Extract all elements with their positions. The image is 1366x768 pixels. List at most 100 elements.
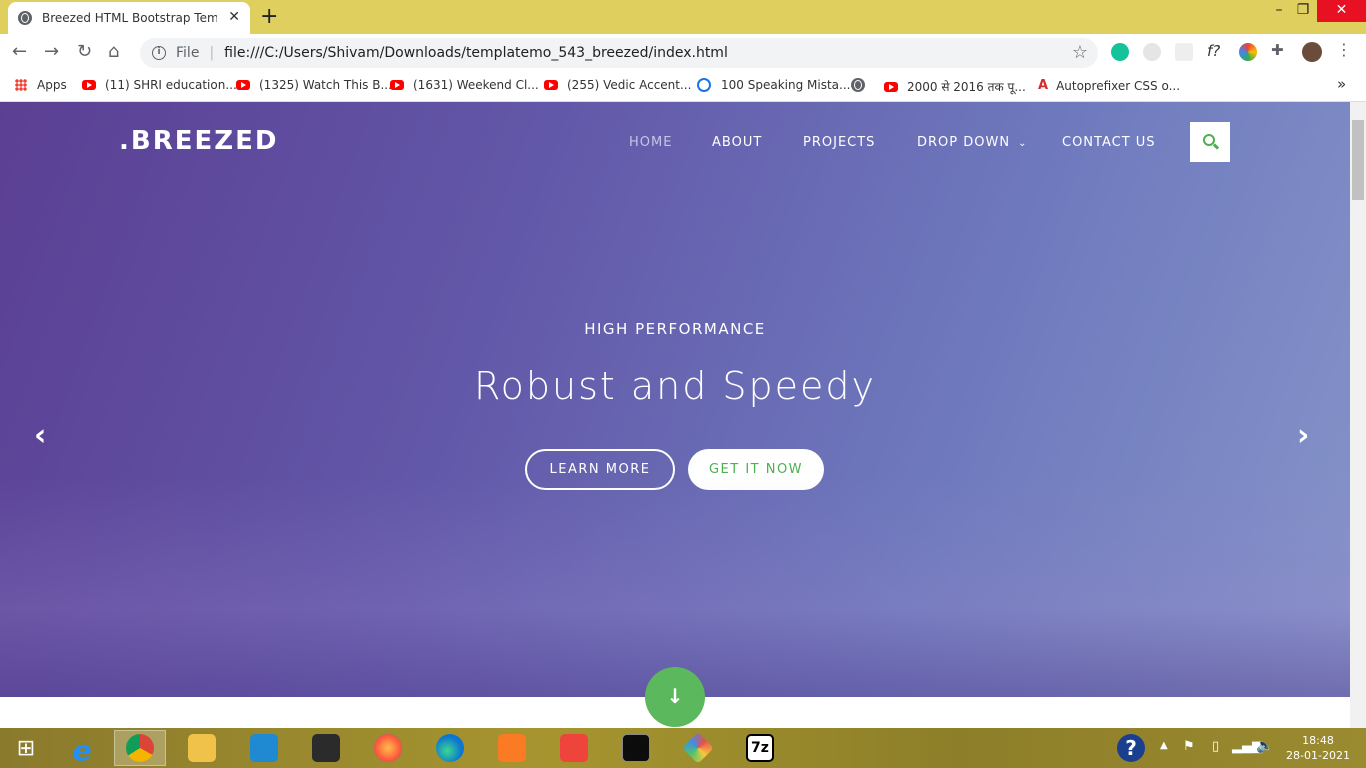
browser-toolbar: ← → ↻ ⌂ i File | file:///C:/Users/Shivam… xyxy=(0,34,1366,70)
edge-icon xyxy=(436,734,464,762)
bookmark-label: Autoprefixer CSS o... xyxy=(1056,78,1181,93)
site-info-icon[interactable]: i xyxy=(152,46,166,60)
color-picker-extension-icon[interactable] xyxy=(1239,43,1257,61)
carousel-prev-icon[interactable]: ‹ xyxy=(34,418,46,453)
taskbar-help[interactable]: ? xyxy=(1108,730,1154,766)
taskbar-chrome[interactable] xyxy=(114,730,166,766)
back-icon[interactable]: ← xyxy=(12,41,27,62)
nav-home[interactable]: HOME xyxy=(629,135,672,150)
home-icon[interactable]: ⌂ xyxy=(108,41,119,62)
youtube-icon xyxy=(390,80,404,90)
bookmark-item[interactable]: (1631) Weekend Cl... xyxy=(390,78,539,92)
address-bar[interactable]: i File | file:///C:/Users/Shivam/Downloa… xyxy=(140,38,1098,68)
tab-title: Breezed HTML Bootstrap Templa xyxy=(42,11,217,25)
bookmark-label: 100 Speaking Mista... xyxy=(721,78,851,92)
bookmark-label: (1631) Weekend Cl... xyxy=(413,78,539,92)
grammarly-extension-icon[interactable] xyxy=(1111,43,1129,61)
taskbar-app[interactable] xyxy=(672,730,724,766)
taskbar-explorer[interactable] xyxy=(176,730,228,766)
fonts-extension-icon[interactable]: f? xyxy=(1207,42,1225,60)
taskbar-anydesk[interactable] xyxy=(548,730,600,766)
reader-app-icon xyxy=(312,734,340,762)
extension-icon[interactable] xyxy=(1175,43,1193,61)
show-hidden-icons-chevron-icon[interactable]: ▲ xyxy=(1160,740,1168,751)
nav-dropdown[interactable]: DROP DOWN ⌄ xyxy=(917,135,1027,150)
profile-avatar[interactable] xyxy=(1302,42,1322,62)
hero-headline: Robust and Speedy xyxy=(473,364,877,408)
flag-icon[interactable]: ⚑ xyxy=(1183,739,1195,754)
autoprefixer-icon: A xyxy=(1038,78,1049,93)
youtube-icon xyxy=(884,81,898,92)
new-tab-button[interactable]: + xyxy=(260,4,278,29)
command-prompt-icon xyxy=(622,734,650,762)
forward-icon[interactable]: → xyxy=(44,41,59,62)
youtube-icon xyxy=(236,80,250,90)
bookmark-label: (1325) Watch This B... xyxy=(259,78,392,92)
chat-bubble-icon xyxy=(697,78,711,92)
search-button[interactable] xyxy=(1190,122,1230,162)
more-bookmarks-button[interactable]: » xyxy=(1337,75,1346,93)
anydesk-icon xyxy=(560,734,588,762)
taskbar-xampp[interactable] xyxy=(486,730,538,766)
taskbar-vscode[interactable] xyxy=(238,730,290,766)
nav-projects[interactable]: PROJECTS xyxy=(803,135,875,150)
scrollbar-thumb[interactable] xyxy=(1352,120,1364,200)
bookmark-star-icon[interactable]: ☆ xyxy=(1072,42,1088,63)
bookmark-label: (11) SHRI education... xyxy=(105,78,237,92)
nav-dropdown-label: DROP DOWN xyxy=(917,135,1011,150)
extensions-puzzle-icon[interactable]: ✚ xyxy=(1271,41,1289,59)
scroll-down-button[interactable]: ↓ xyxy=(645,667,705,727)
file-explorer-icon xyxy=(188,734,216,762)
menu-kebab-icon[interactable]: ⋮ xyxy=(1336,40,1354,59)
page-scrollbar[interactable] xyxy=(1350,102,1366,728)
taskbar-7zip[interactable]: 7z xyxy=(734,730,786,766)
windows-logo-icon: ⊞ xyxy=(16,735,36,761)
bookmark-item[interactable]: 100 Speaking Mista... xyxy=(697,78,850,92)
internet-explorer-icon: e xyxy=(72,734,92,767)
youtube-icon xyxy=(544,80,558,90)
clock-time: 18:48 xyxy=(1302,734,1334,747)
bookmark-item[interactable]: A Autoprefixer CSS o... xyxy=(1038,78,1180,93)
bookmark-item[interactable]: 2000 से 2016 तक पू... xyxy=(884,78,1026,95)
clock-date: 28-01-2021 xyxy=(1286,749,1350,762)
chrome-icon xyxy=(126,734,154,762)
bookmark-item[interactable]: (1325) Watch This B... xyxy=(236,78,392,92)
learn-more-button[interactable]: LEARN MORE xyxy=(525,449,675,490)
get-it-now-button[interactable]: GET IT NOW xyxy=(688,449,824,490)
globe-icon xyxy=(851,78,865,92)
nav-about[interactable]: ABOUT xyxy=(712,135,762,150)
extension-icon[interactable] xyxy=(1143,43,1161,61)
site-logo[interactable]: .BREEZED xyxy=(119,126,278,156)
nav-contact[interactable]: CONTACT US xyxy=(1062,135,1156,150)
taskbar-clock[interactable]: 18:48 28-01-2021 xyxy=(1283,733,1353,763)
hero-kicker: HIGH PERFORMANCE xyxy=(584,320,766,338)
volume-icon[interactable]: 🔈 xyxy=(1256,738,1273,754)
battery-icon[interactable]: ▯ xyxy=(1212,739,1219,754)
web-page: .BREEZED HOME ABOUT PROJECTS DROP DOWN ⌄ … xyxy=(0,102,1350,728)
taskbar-ie[interactable]: e xyxy=(56,730,108,767)
colorful-app-icon xyxy=(682,732,714,764)
browser-tab[interactable]: Breezed HTML Bootstrap Templa ✕ xyxy=(8,2,250,34)
bookmark-item[interactable]: (255) Vedic Accent... xyxy=(544,78,691,92)
chevron-down-icon: ⌄ xyxy=(1018,138,1028,149)
bookmark-label: 2000 से 2016 तक पू... xyxy=(907,80,1026,94)
window-close-button[interactable]: ✕ xyxy=(1317,0,1366,22)
reload-icon[interactable]: ↻ xyxy=(77,41,92,62)
bookmark-item[interactable]: (11) SHRI education... xyxy=(82,78,237,92)
taskbar-edge[interactable] xyxy=(424,730,476,766)
hero-banner: .BREEZED HOME ABOUT PROJECTS DROP DOWN ⌄ … xyxy=(0,102,1350,697)
youtube-icon xyxy=(82,80,96,90)
taskbar-cmd[interactable] xyxy=(610,730,662,766)
globe-icon xyxy=(18,11,32,25)
bookmark-globe[interactable] xyxy=(851,78,865,92)
url-text[interactable]: file:///C:/Users/Shivam/Downloads/templa… xyxy=(224,45,728,61)
carousel-next-icon[interactable]: › xyxy=(1297,418,1309,453)
taskbar-firefox[interactable] xyxy=(362,730,414,766)
bookmark-apps[interactable]: Apps xyxy=(15,78,67,92)
tab-close-icon[interactable]: ✕ xyxy=(228,9,240,25)
firefox-icon xyxy=(374,734,402,762)
start-button[interactable]: ⊞ xyxy=(0,730,52,766)
bookmark-label: (255) Vedic Accent... xyxy=(567,78,692,92)
taskbar-reader[interactable] xyxy=(300,730,352,766)
address-separator: | xyxy=(209,45,215,61)
